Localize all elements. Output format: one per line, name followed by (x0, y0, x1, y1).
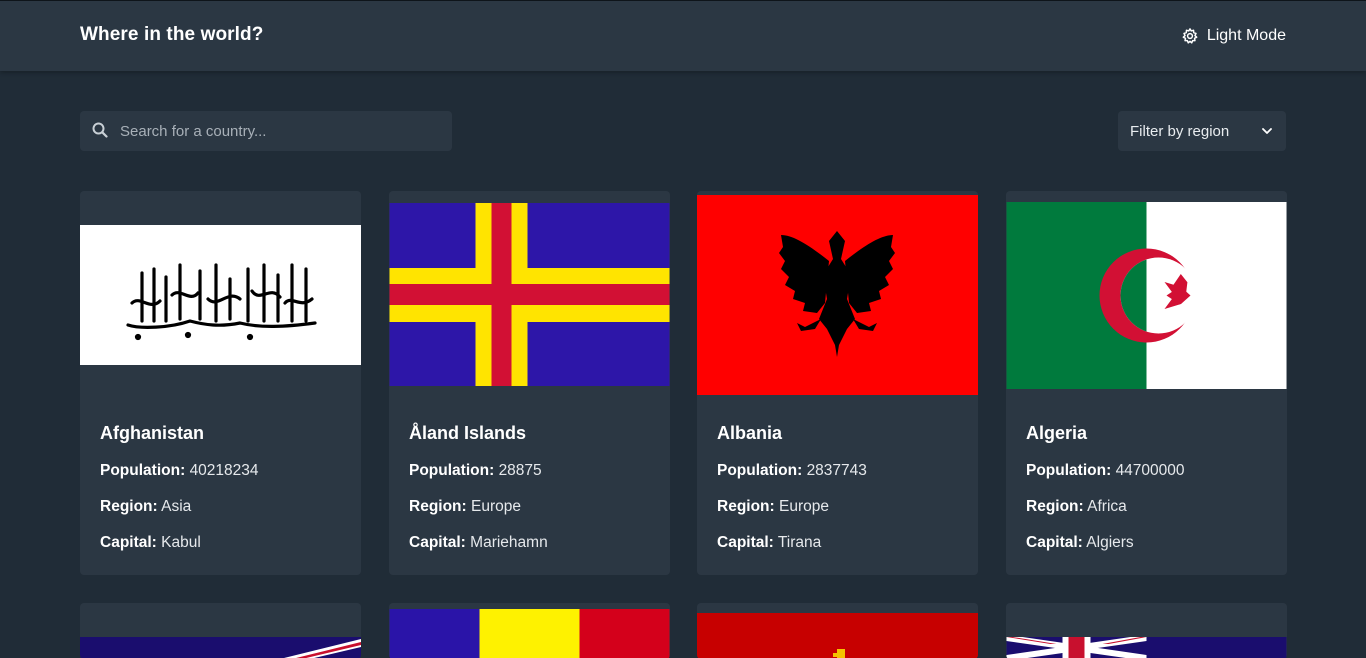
population-row: Population: 40218234 (100, 462, 259, 480)
flag-image (80, 225, 361, 365)
capital-value: Kabul (161, 534, 201, 551)
country-card[interactable]: Åland Islands Population: 28875 Region: … (389, 191, 670, 575)
region-row: Region: Asia (100, 498, 191, 516)
population-row: Population: 2837743 (717, 462, 867, 480)
capital-label: Capital: (717, 534, 774, 551)
country-card[interactable]: Algeria Population: 44700000 Region: Afr… (1006, 191, 1287, 575)
country-card[interactable] (1006, 603, 1287, 658)
population-value: 40218234 (189, 462, 259, 479)
region-label: Region: (100, 498, 158, 515)
capital-value: Tirana (777, 534, 822, 551)
region-row: Region: Africa (1026, 498, 1127, 516)
flag-image (697, 195, 978, 395)
region-label: Region: (717, 498, 775, 515)
capital-label: Capital: (409, 534, 466, 551)
population-label: Population: (717, 462, 803, 479)
capital-label: Capital: (100, 534, 157, 551)
capital-label: Capital: (1026, 534, 1083, 551)
population-row: Population: 28875 (409, 462, 542, 480)
flag-image (697, 613, 978, 658)
capital-value: Algiers (1086, 534, 1134, 551)
region-filter-dropdown[interactable]: Filter by region (1118, 111, 1286, 151)
region-row: Region: Europe (409, 498, 521, 516)
top-header: Where in the world? Light Mode (0, 1, 1366, 71)
population-value: 2837743 (806, 462, 867, 479)
country-name: Afghanistan (100, 423, 205, 443)
search-input[interactable] (120, 111, 440, 151)
region-value: Asia (161, 498, 192, 515)
search-icon (92, 122, 108, 138)
search-box (80, 111, 452, 151)
flag-image (389, 609, 670, 658)
flag-image (80, 637, 361, 658)
capital-row: Capital: Algiers (1026, 534, 1134, 552)
flag-image (1006, 637, 1287, 658)
country-card[interactable] (389, 603, 670, 658)
flag-image (389, 203, 670, 386)
sun-icon (1182, 28, 1198, 44)
capital-row: Capital: Kabul (100, 534, 201, 552)
country-card[interactable] (80, 603, 361, 658)
region-value: Europe (779, 498, 829, 515)
population-row: Population: 44700000 (1026, 462, 1185, 480)
population-value: 28875 (498, 462, 542, 479)
country-card[interactable]: Albania Population: 2837743 Region: Euro… (697, 191, 978, 575)
country-card[interactable]: Afghanistan Population: 40218234 Region:… (80, 191, 361, 575)
chevron-down-icon (1262, 128, 1272, 134)
theme-toggle-label: Light Mode (1206, 27, 1286, 44)
capital-row: Capital: Mariehamn (409, 534, 548, 552)
region-value: Africa (1087, 498, 1127, 515)
region-filter-label: Filter by region (1130, 123, 1230, 140)
region-label: Region: (409, 498, 467, 515)
country-name: Åland Islands (409, 423, 527, 443)
region-value: Europe (471, 498, 521, 515)
population-label: Population: (409, 462, 495, 479)
capital-value: Mariehamn (470, 534, 548, 551)
capital-row: Capital: Tirana (717, 534, 821, 552)
population-label: Population: (1026, 462, 1112, 479)
population-value: 44700000 (1115, 462, 1185, 479)
region-label: Region: (1026, 498, 1084, 515)
flag-image (1006, 202, 1287, 389)
app-title: Where in the world? (80, 24, 264, 45)
country-card[interactable] (697, 603, 978, 658)
population-label: Population: (100, 462, 186, 479)
theme-toggle-button[interactable]: Light Mode (1181, 25, 1286, 47)
country-name: Albania (717, 423, 783, 443)
region-row: Region: Europe (717, 498, 829, 516)
country-name: Algeria (1026, 423, 1088, 443)
